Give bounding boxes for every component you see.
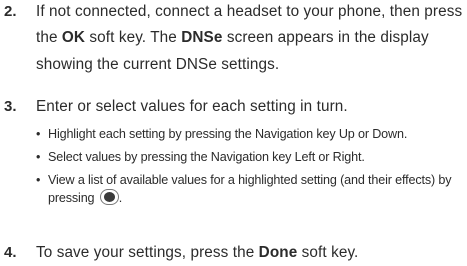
list-item: • Select values by pressing the Navigati… [36,149,463,166]
settings-bullet-list: • Highlight each setting by pressing the… [36,126,463,213]
bullet-suffix: . [118,191,123,205]
step-number: 3. [4,98,17,115]
step-number: 4. [4,244,17,261]
text-run: To save your settings, press the [36,244,259,261]
ok-key-label: OK [61,29,86,47]
bullet-icon: • [36,173,41,187]
step-3: 3. Enter or select values for each setti… [0,94,467,120]
step-number: 2. [4,3,17,20]
step-2: 2. If not connected, connect a headset t… [0,0,467,79]
text-run: soft key. The [85,29,182,47]
navigation-center-key-icon [99,189,119,205]
bullet-text: Highlight each setting by pressing the N… [48,127,408,141]
done-key-label: Done [258,244,298,261]
step-4: 4. To save your settings, press the Done… [0,240,467,266]
list-item: • Highlight each setting by pressing the… [36,126,463,143]
step-text: To save your settings, press the Done so… [36,240,463,266]
dnse-screen-label: DNSe [181,29,223,47]
text-run: soft key. [297,244,359,261]
step-text: Enter or select values for each setting … [36,98,348,115]
bullet-text: Select values by pressing the Navigation… [48,150,365,164]
bullet-icon: • [36,127,41,141]
step-text: If not connected, connect a headset to y… [36,0,463,78]
list-item: • View a list of available values for a … [36,172,463,207]
bullet-icon: • [36,150,41,164]
